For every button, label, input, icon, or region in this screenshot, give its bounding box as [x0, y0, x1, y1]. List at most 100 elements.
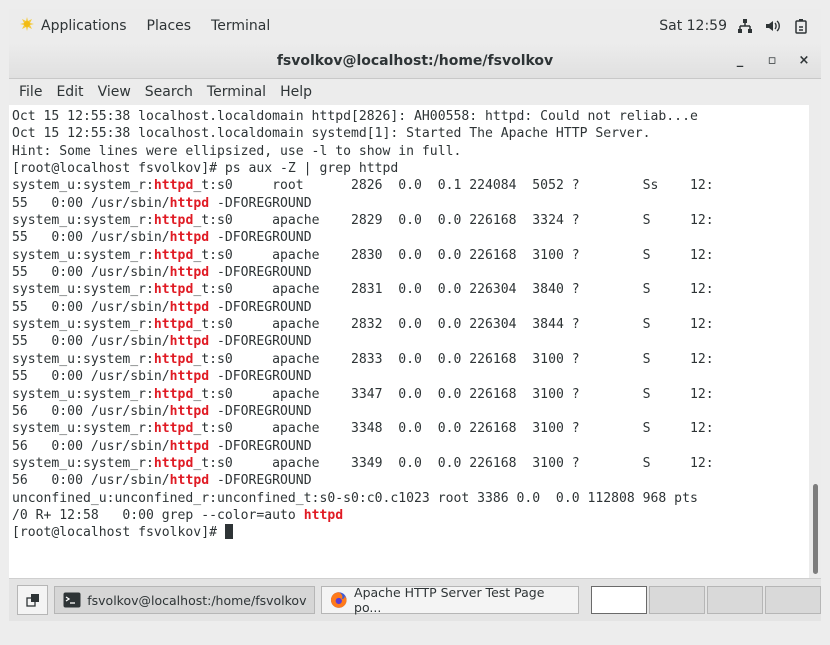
terminal-text: -DFOREGROUND — [209, 195, 312, 211]
menu-view[interactable]: View — [91, 84, 138, 100]
grep-match: httpd — [169, 195, 210, 211]
terminal-line: system_u:system_r:httpd_t:s0 apache 3349… — [12, 455, 809, 472]
workspace-3[interactable] — [707, 586, 763, 614]
show-desktop-icon — [25, 594, 39, 607]
grep-match: httpd — [153, 178, 194, 194]
terminal-app-menu[interactable]: Terminal — [201, 9, 280, 43]
task-terminal[interactable]: fsvolkov@localhost:/home/fsvolkov — [54, 586, 316, 614]
clock[interactable]: Sat 12:59 — [649, 18, 737, 34]
grep-match: httpd — [153, 421, 194, 437]
terminal-line: Oct 15 12:55:38 localhost.localdomain sy… — [12, 125, 809, 142]
terminal-text: _t:s0 apache 2829 0.0 0.0 226168 3324 ? … — [193, 213, 714, 229]
terminal-text: -DFOREGROUND — [209, 334, 312, 350]
terminal-text: _t:s0 apache 2830 0.0 0.0 226168 3100 ? … — [193, 247, 714, 263]
terminal-text: system_u:system_r: — [12, 386, 154, 402]
terminal-text: 55 0:00 /usr/sbin/ — [12, 334, 170, 350]
volume-icon[interactable] — [765, 18, 781, 34]
grep-match: httpd — [153, 455, 194, 471]
grep-match: httpd — [169, 438, 210, 454]
grep-match: httpd — [169, 403, 210, 419]
terminal-line: /0 R+ 12:58 0:00 grep --color=auto httpd — [12, 507, 809, 524]
terminal-text: -DFOREGROUND — [209, 438, 312, 454]
terminal-line: 55 0:00 /usr/sbin/httpd -DFOREGROUND — [12, 299, 809, 316]
terminal-text: _t:s0 root 2826 0.0 0.1 224084 5052 ? Ss… — [193, 178, 714, 194]
grep-match: httpd — [169, 265, 210, 281]
menu-file[interactable]: File — [12, 84, 49, 100]
terminal-text: system_u:system_r: — [12, 421, 154, 437]
terminal-output[interactable]: Oct 15 12:55:38 localhost.localdomain ht… — [9, 105, 809, 578]
terminal-text: 55 0:00 /usr/sbin/ — [12, 265, 170, 281]
terminal-line: system_u:system_r:httpd_t:s0 apache 2832… — [12, 316, 809, 333]
terminal-line: [root@localhost fsvolkov]# ps aux -Z | g… — [12, 160, 809, 177]
show-desktop-button[interactable] — [17, 585, 49, 615]
bottom-panel: fsvolkov@localhost:/home/fsvolkov Apache… — [9, 578, 821, 621]
grep-match: httpd — [153, 213, 194, 229]
terminal-text: system_u:system_r: — [12, 351, 154, 367]
terminal-cursor — [224, 524, 233, 540]
workspace-1[interactable] — [591, 586, 647, 614]
window-titlebar[interactable]: fsvolkov@localhost:/home/fsvolkov _ ▫ × — [9, 43, 821, 79]
menu-edit[interactable]: Edit — [49, 84, 90, 100]
network-icon[interactable] — [737, 18, 753, 34]
scrollbar[interactable] — [809, 105, 821, 578]
grep-match: httpd — [169, 230, 210, 246]
terminal-text: Oct 15 12:55:38 localhost.localdomain ht… — [12, 109, 698, 124]
terminal-line: 55 0:00 /usr/sbin/httpd -DFOREGROUND — [12, 368, 809, 385]
task-firefox[interactable]: Apache HTTP Server Test Page po... — [321, 585, 579, 615]
terminal-icon — [63, 592, 81, 608]
terminal-line: unconfined_u:unconfined_r:unconfined_t:s… — [12, 490, 809, 507]
top-panel: Applications Places Terminal Sat 12:59 — [9, 9, 821, 44]
terminal-line: Hint: Some lines were ellipsized, use -l… — [12, 143, 809, 160]
terminal-line: 55 0:00 /usr/sbin/httpd -DFOREGROUND — [12, 333, 809, 350]
maximize-button[interactable]: ▫ — [763, 52, 781, 70]
terminal-text: 55 0:00 /usr/sbin/ — [12, 230, 170, 246]
terminal-text: system_u:system_r: — [12, 213, 154, 229]
terminal-text: [root@localhost fsvolkov]# — [12, 525, 225, 541]
menu-help[interactable]: Help — [273, 84, 319, 100]
battery-icon[interactable] — [793, 18, 809, 34]
close-button[interactable]: × — [795, 52, 813, 70]
terminal-window: fsvolkov@localhost:/home/fsvolkov _ ▫ × … — [9, 43, 821, 578]
terminal-text: system_u:system_r: — [12, 178, 154, 194]
places-menu[interactable]: Places — [137, 9, 202, 43]
terminal-text: /0 R+ 12:58 0:00 grep --color=auto — [12, 507, 304, 523]
terminal-line: system_u:system_r:httpd_t:s0 apache 2830… — [12, 247, 809, 264]
grep-match: httpd — [169, 473, 210, 489]
terminal-text: system_u:system_r: — [12, 247, 154, 263]
system-tray[interactable] — [737, 18, 821, 34]
task-label: fsvolkov@localhost:/home/fsvolkov — [87, 592, 307, 608]
terminal-text: 56 0:00 /usr/sbin/ — [12, 438, 170, 454]
scrollbar-thumb[interactable] — [813, 484, 818, 574]
terminal-line: 56 0:00 /usr/sbin/httpd -DFOREGROUND — [12, 438, 809, 455]
grep-match: httpd — [169, 334, 210, 350]
terminal-text: 55 0:00 /usr/sbin/ — [12, 195, 170, 211]
terminal-text: 55 0:00 /usr/sbin/ — [12, 299, 170, 315]
applications-icon — [19, 16, 35, 36]
terminal-line: 56 0:00 /usr/sbin/httpd -DFOREGROUND — [12, 403, 809, 420]
minimize-button[interactable]: _ — [731, 52, 749, 70]
terminal-text: _t:s0 apache 2832 0.0 0.0 226304 3844 ? … — [193, 317, 714, 333]
terminal-text: _t:s0 apache 2833 0.0 0.0 226168 3100 ? … — [193, 351, 714, 367]
workspace-switcher[interactable] — [591, 586, 821, 614]
workspace-2[interactable] — [649, 586, 705, 614]
terminal-text: _t:s0 apache 3347 0.0 0.0 226168 3100 ? … — [193, 386, 714, 402]
terminal-text: system_u:system_r: — [12, 455, 154, 471]
terminal-line: 56 0:00 /usr/sbin/httpd -DFOREGROUND — [12, 472, 809, 489]
grep-match: httpd — [153, 386, 194, 402]
grep-match: httpd — [153, 247, 194, 263]
workspace-4[interactable] — [765, 586, 821, 614]
terminal-text: -DFOREGROUND — [209, 403, 312, 419]
window-title: fsvolkov@localhost:/home/fsvolkov — [276, 52, 554, 69]
menu-search[interactable]: Search — [138, 84, 200, 100]
menu-terminal[interactable]: Terminal — [200, 84, 273, 100]
grep-match: httpd — [169, 369, 210, 385]
terminal-line: system_u:system_r:httpd_t:s0 apache 2831… — [12, 281, 809, 298]
terminal-text: 55 0:00 /usr/sbin/ — [12, 369, 170, 385]
terminal-line: 55 0:00 /usr/sbin/httpd -DFOREGROUND — [12, 264, 809, 281]
grep-match: httpd — [153, 351, 194, 367]
terminal-text: -DFOREGROUND — [209, 230, 312, 246]
terminal-line: system_u:system_r:httpd_t:s0 apache 2833… — [12, 351, 809, 368]
terminal-text: _t:s0 apache 2831 0.0 0.0 226304 3840 ? … — [193, 282, 714, 298]
terminal-text: -DFOREGROUND — [209, 473, 312, 489]
applications-menu[interactable]: Applications — [9, 9, 137, 43]
